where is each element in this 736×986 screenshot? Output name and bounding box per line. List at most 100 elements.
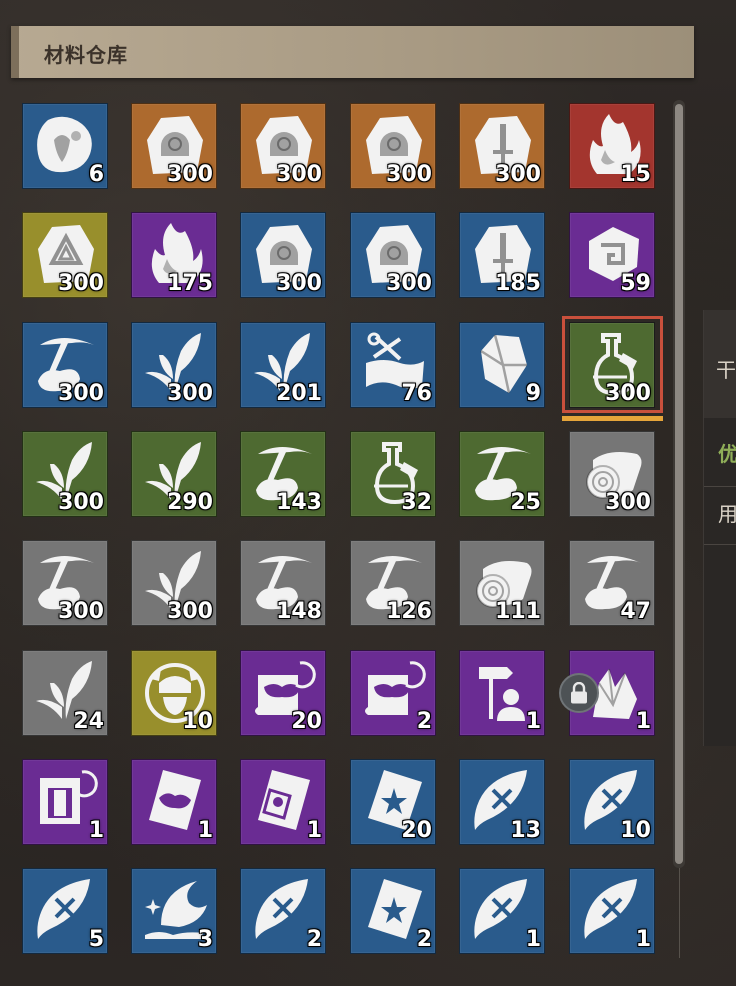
material-slot[interactable]: 10 xyxy=(569,759,655,845)
quantity-label: 76 xyxy=(401,381,432,406)
quantity-label: 126 xyxy=(386,599,432,624)
material-slot[interactable]: 201 xyxy=(240,322,326,408)
quantity-label: 2 xyxy=(416,709,432,734)
material-slot[interactable]: 9 xyxy=(459,322,545,408)
quantity-label: 300 xyxy=(276,271,322,296)
quantity-label: 1 xyxy=(635,927,651,952)
quantity-label: 1 xyxy=(525,927,541,952)
side-panel-text-3: 用 xyxy=(718,502,736,526)
quantity-label: 5 xyxy=(88,927,104,952)
material-slot[interactable]: 300 xyxy=(22,431,108,517)
quantity-label: 148 xyxy=(276,599,322,624)
material-slot[interactable]: 300 xyxy=(131,103,217,189)
quantity-label: 111 xyxy=(495,599,541,624)
material-slot[interactable]: 300 xyxy=(240,212,326,298)
quantity-label: 300 xyxy=(167,162,213,187)
quantity-label: 3 xyxy=(197,927,213,952)
quantity-label: 20 xyxy=(401,818,432,843)
material-slot[interactable]: 6 xyxy=(22,103,108,189)
material-slot[interactable]: 300 xyxy=(131,540,217,626)
quantity-label: 201 xyxy=(276,381,322,406)
material-slot[interactable]: 175 xyxy=(131,212,217,298)
quantity-label: 59 xyxy=(620,271,651,296)
material-slot[interactable]: 300 xyxy=(22,212,108,298)
quantity-label: 175 xyxy=(167,271,213,296)
quantity-label: 24 xyxy=(73,709,104,734)
quantity-label: 47 xyxy=(620,599,651,624)
material-slot[interactable]: 300 xyxy=(131,322,217,408)
side-panel: 干 优 用 xyxy=(703,310,736,746)
material-slot[interactable]: 111 xyxy=(459,540,545,626)
material-slot[interactable]: 5 xyxy=(22,868,108,954)
material-slot[interactable]: 1 xyxy=(569,868,655,954)
scrollbar[interactable] xyxy=(673,100,685,868)
quantity-label: 300 xyxy=(58,490,104,515)
material-slot[interactable]: 20 xyxy=(350,759,436,845)
scrollbar-thumb[interactable] xyxy=(675,104,683,864)
quantity-label: 2 xyxy=(306,927,322,952)
material-slot[interactable]: 24 xyxy=(22,650,108,736)
material-slot[interactable]: 13 xyxy=(459,759,545,845)
material-slot[interactable]: 143 xyxy=(240,431,326,517)
quantity-label: 300 xyxy=(386,162,432,187)
material-slot[interactable]: 1 xyxy=(459,650,545,736)
material-slot[interactable]: 300 xyxy=(459,103,545,189)
quantity-label: 20 xyxy=(291,709,322,734)
quantity-label: 1 xyxy=(88,818,104,843)
material-slot[interactable]: 148 xyxy=(240,540,326,626)
material-slot[interactable]: 3 xyxy=(131,868,217,954)
quantity-label: 300 xyxy=(58,599,104,624)
quantity-label: 300 xyxy=(58,381,104,406)
side-divider xyxy=(704,486,736,487)
quantity-label: 300 xyxy=(495,162,541,187)
quantity-label: 13 xyxy=(510,818,541,843)
scrollbar-track-tail xyxy=(679,868,680,958)
material-slot[interactable]: 1 xyxy=(459,868,545,954)
selection-frame xyxy=(562,316,663,413)
side-panel-text-2: 优 xyxy=(718,442,736,466)
selection-underline xyxy=(562,416,663,421)
material-slot[interactable]: 2 xyxy=(240,868,326,954)
padlock-glyph xyxy=(571,682,587,704)
quantity-label: 300 xyxy=(167,599,213,624)
lock-icon[interactable] xyxy=(559,673,599,713)
material-slot[interactable]: 185 xyxy=(459,212,545,298)
quantity-label: 300 xyxy=(58,271,104,296)
side-panel-header: 干 xyxy=(704,310,736,418)
side-divider-2 xyxy=(704,544,736,545)
quantity-label: 1 xyxy=(197,818,213,843)
material-slot[interactable]: 290 xyxy=(131,431,217,517)
side-panel-text-1: 干 xyxy=(716,358,736,382)
material-slot[interactable]: 300 xyxy=(569,431,655,517)
quantity-label: 185 xyxy=(495,271,541,296)
quantity-label: 2 xyxy=(416,927,432,952)
quantity-label: 25 xyxy=(510,490,541,515)
material-slot[interactable]: 25 xyxy=(459,431,545,517)
quantity-label: 300 xyxy=(167,381,213,406)
material-slot[interactable]: 126 xyxy=(350,540,436,626)
material-slot[interactable]: 59 xyxy=(569,212,655,298)
quantity-label: 1 xyxy=(635,709,651,734)
material-slot[interactable]: 1 xyxy=(240,759,326,845)
material-slot[interactable]: 2 xyxy=(350,650,436,736)
quantity-label: 290 xyxy=(167,490,213,515)
material-slot[interactable]: 1 xyxy=(22,759,108,845)
material-slot[interactable]: 20 xyxy=(240,650,326,736)
material-slot[interactable]: 300 xyxy=(350,212,436,298)
material-slot[interactable]: 10 xyxy=(131,650,217,736)
material-slot[interactable]: 300 xyxy=(240,103,326,189)
quantity-label: 9 xyxy=(525,381,541,406)
material-slot[interactable]: 300 xyxy=(22,322,108,408)
quantity-label: 300 xyxy=(276,162,322,187)
material-slot[interactable]: 300 xyxy=(22,540,108,626)
material-slot[interactable]: 76 xyxy=(350,322,436,408)
quantity-label: 6 xyxy=(88,162,104,187)
material-slot[interactable]: 2 xyxy=(350,868,436,954)
material-slot[interactable]: 300 xyxy=(350,103,436,189)
material-slot[interactable]: 15 xyxy=(569,103,655,189)
material-slot[interactable]: 1 xyxy=(131,759,217,845)
quantity-label: 32 xyxy=(401,490,432,515)
material-slot[interactable]: 47 xyxy=(569,540,655,626)
material-slot[interactable]: 32 xyxy=(350,431,436,517)
material-grid: 6 300 300 300 300 15 300 175 300 300 185… xyxy=(0,0,680,986)
